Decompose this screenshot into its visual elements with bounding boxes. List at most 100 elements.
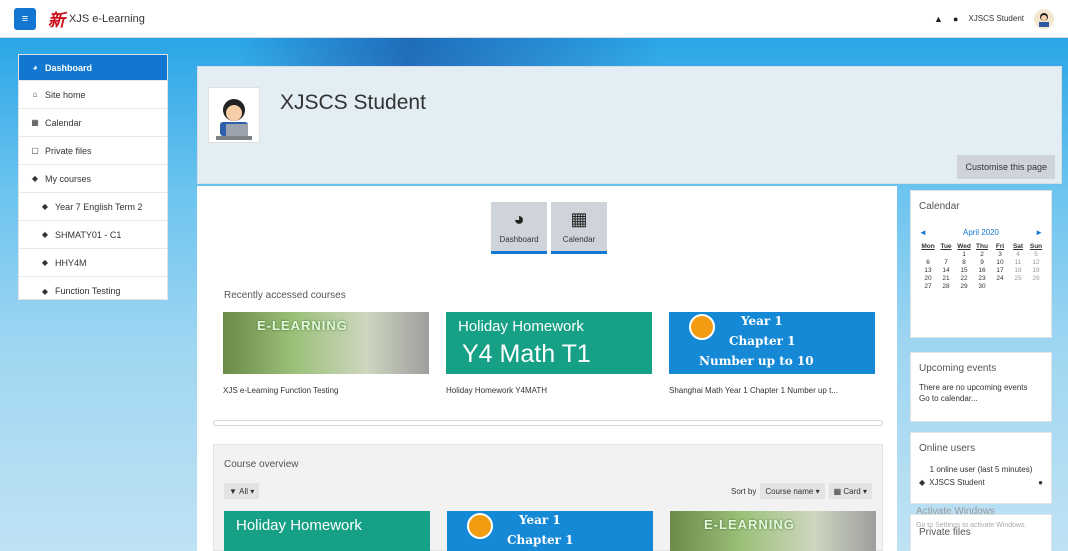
- chevron-down-icon: ▾: [815, 486, 820, 496]
- calendar-day[interactable]: 30: [973, 283, 991, 290]
- drawer-item-course[interactable]: ◆ Function Testing: [19, 277, 167, 305]
- calendar-day[interactable]: 2: [973, 251, 991, 258]
- calendar-day[interactable]: 15: [955, 267, 973, 274]
- sort-dropdown[interactable]: Course name ▾: [760, 483, 825, 499]
- calendar-day[interactable]: 28: [937, 283, 955, 290]
- next-month-icon[interactable]: ►: [1035, 228, 1043, 237]
- recent-course-card[interactable]: E-LEARNING XJS e-Learning Function Testi…: [223, 312, 429, 395]
- calendar-icon: ▦: [31, 118, 39, 127]
- calendar-day[interactable]: 8: [955, 259, 973, 266]
- calendar-day[interactable]: 29: [955, 283, 973, 290]
- calendar-day[interactable]: 10: [991, 259, 1009, 266]
- calendar-day[interactable]: 17: [991, 267, 1009, 274]
- drawer-item-course[interactable]: ◆ HHY4M: [19, 249, 167, 277]
- course-image[interactable]: E-LEARNING: [223, 312, 429, 374]
- calendar-day[interactable]: 13: [919, 267, 937, 274]
- calendar-day[interactable]: 18: [1009, 267, 1027, 274]
- calendar-day[interactable]: 26: [1027, 275, 1045, 282]
- calendar-month-label[interactable]: April 2020: [963, 228, 999, 237]
- recent-course-card[interactable]: Year 1 Chapter 1 Number up to 10 Shangha…: [669, 312, 875, 395]
- calendar-shortcut[interactable]: ▦ Calendar: [551, 202, 607, 254]
- course-overview-block: Course overview ▼ All ▾ Sort by Course n…: [213, 444, 883, 551]
- calendar-day-header: Mon: [921, 243, 935, 250]
- sort-value: Course name: [765, 486, 814, 496]
- calendar-day[interactable]: 16: [973, 267, 991, 274]
- calendar-day[interactable]: 6: [919, 259, 937, 266]
- drawer-item-dashboard[interactable]: ◕ Dashboard: [19, 55, 167, 81]
- drawer-item-course[interactable]: ◆ Year 7 English Term 2: [19, 193, 167, 221]
- filter-dropdown[interactable]: ▼ All ▾: [224, 483, 260, 499]
- drawer-item-course[interactable]: ◆ SHMATY01 - C1: [19, 221, 167, 249]
- site-name[interactable]: XJS e-Learning: [69, 13, 145, 25]
- drawer-item-label: HHY4M: [55, 257, 87, 268]
- overview-course-card[interactable]: E-LEARNING: [670, 511, 876, 551]
- calendar-day[interactable]: 12: [1027, 259, 1045, 266]
- course-image-text: Holiday Homework: [236, 517, 362, 534]
- avatar[interactable]: [1034, 8, 1054, 29]
- page-title: XJSCS Student: [280, 91, 426, 114]
- drawer-item-label: Private files: [45, 145, 92, 156]
- overview-course-card[interactable]: Year 1 Chapter 1: [447, 511, 653, 551]
- shortcut-bar: ◕ Dashboard ▦ Calendar: [491, 202, 607, 254]
- online-user-row: ◆ XJSCS Student ●: [911, 478, 1051, 487]
- calendar-day-header: Thu: [976, 243, 988, 250]
- calendar-day[interactable]: 24: [991, 275, 1009, 282]
- calendar-day[interactable]: 27: [919, 283, 937, 290]
- eye-icon[interactable]: ●: [1038, 478, 1043, 487]
- drawer-item-my-courses[interactable]: ◆ My courses: [19, 165, 167, 193]
- course-name[interactable]: Shanghai Math Year 1 Chapter 1 Number up…: [669, 386, 875, 395]
- calendar-day[interactable]: 19: [1027, 267, 1045, 274]
- calendar-day[interactable]: 11: [1009, 259, 1027, 266]
- calendar-day[interactable]: 7: [937, 259, 955, 266]
- calendar-day[interactable]: 9: [973, 259, 991, 266]
- page-header: XJSCS Student Customise this page: [197, 66, 1062, 184]
- calendar-day[interactable]: 25: [1009, 275, 1027, 282]
- calendar-day[interactable]: 14: [937, 267, 955, 274]
- upcoming-events-block: Upcoming events There are no upcoming ev…: [910, 352, 1052, 422]
- hamburger-icon[interactable]: ≡: [14, 7, 36, 30]
- calendar-icon: ▦: [570, 209, 588, 229]
- bell-icon[interactable]: ▲: [934, 14, 943, 24]
- drawer-item-label: Calendar: [45, 117, 82, 128]
- course-overview-title: Course overview: [224, 459, 299, 470]
- view-label: Card: [843, 486, 861, 496]
- view-dropdown[interactable]: ▦ Card ▾: [828, 483, 872, 499]
- calendar-day[interactable]: 5: [1027, 251, 1045, 258]
- calendar-day[interactable]: 4: [1009, 251, 1027, 258]
- drawer-item-private-files[interactable]: ▢ Private files: [19, 137, 167, 165]
- course-image[interactable]: Holiday Homework Y4 Math T1: [446, 312, 652, 374]
- prev-month-icon[interactable]: ◄: [919, 228, 927, 237]
- chat-icon[interactable]: ●: [953, 14, 958, 24]
- course-name[interactable]: XJS e-Learning Function Testing: [223, 386, 429, 395]
- calendar-day[interactable]: 20: [919, 275, 937, 282]
- drawer-item-calendar[interactable]: ▦ Calendar: [19, 109, 167, 137]
- graduation-cap-icon: ◆: [41, 230, 49, 239]
- online-user-name[interactable]: XJSCS Student: [929, 478, 985, 487]
- calendar-month-nav: ◄ April 2020 ►: [911, 228, 1051, 237]
- calendar-day[interactable]: 1: [955, 251, 973, 258]
- user-menu-name[interactable]: XJSCS Student: [968, 14, 1024, 23]
- calendar-day[interactable]: 3: [991, 251, 1009, 258]
- calendar-day[interactable]: 21: [937, 275, 955, 282]
- user-nav: ▲ ● XJSCS Student: [934, 8, 1054, 29]
- sort-controls: Sort by Course name ▾ ▦ Card ▾: [731, 483, 872, 499]
- recent-courses-scrollbar[interactable]: [213, 420, 883, 426]
- go-to-calendar-link[interactable]: Go to calendar...: [911, 393, 1051, 404]
- profile-picture: [208, 87, 260, 143]
- recent-course-card[interactable]: Holiday Homework Y4 Math T1 Holiday Home…: [446, 312, 652, 395]
- course-name[interactable]: Holiday Homework Y4MATH: [446, 386, 652, 395]
- site-brand[interactable]: 新 XJS e-Learning: [48, 6, 145, 31]
- windows-activation-subtext: Go to Settings to activate Windows.: [916, 522, 1027, 529]
- calendar-day[interactable]: 22: [955, 275, 973, 282]
- course-image-text: Chapter 1: [507, 533, 574, 547]
- calendar-day: [1009, 283, 1027, 290]
- mascot-icon: [467, 513, 493, 539]
- calendar-day[interactable]: 23: [973, 275, 991, 282]
- customise-page-button[interactable]: Customise this page: [957, 155, 1055, 179]
- drawer-item-label: Year 7 English Term 2: [55, 201, 143, 212]
- private-files-block: Private files: [910, 514, 1052, 551]
- drawer-item-site-home[interactable]: ⌂ Site home: [19, 81, 167, 109]
- course-image[interactable]: Year 1 Chapter 1 Number up to 10: [669, 312, 875, 374]
- dashboard-shortcut[interactable]: ◕ Dashboard: [491, 202, 547, 254]
- overview-course-card[interactable]: Holiday Homework: [224, 511, 430, 551]
